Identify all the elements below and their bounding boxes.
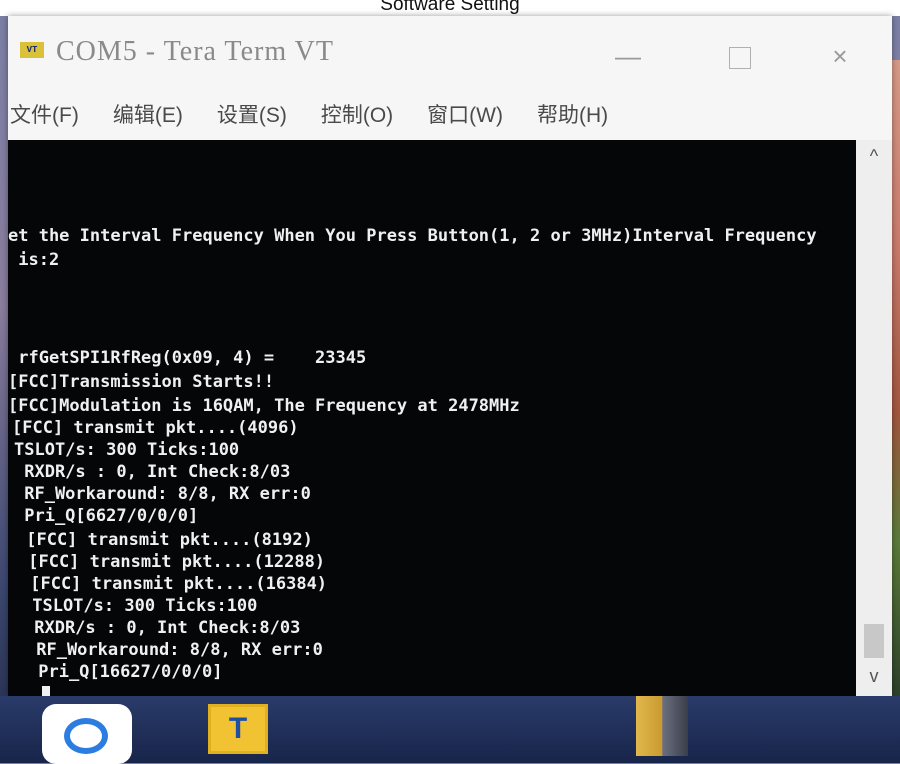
taskbar-app-icon-swirl[interactable] [42,704,132,764]
menu-file[interactable]: 文件(F) [10,99,79,129]
scroll-up-button[interactable]: ^ [856,142,892,170]
terminal-cursor [42,686,50,696]
terminal-line: [FCC]Transmission Starts!! [8,372,275,392]
terminal-line: rfGetSPI1RfReg(0x09, 4) = 23345 [8,348,367,368]
terminal-line: RF_Workaround: 8/8, RX err:0 [26,640,323,660]
scroll-down-button[interactable]: v [856,662,892,690]
taskbar-folder-icon[interactable] [636,696,688,756]
terminal-line: [FCC] transmit pkt....(12288) [18,552,326,572]
taskbar: T [0,696,900,764]
taskbar-app-icon-t[interactable]: T [208,704,268,754]
menu-edit[interactable]: 编辑(E) [113,99,183,129]
terminal-line: TSLOT/s: 300 Ticks:100 [22,596,258,616]
maximize-button[interactable] [720,38,760,74]
tera-term-app-icon: VT [20,42,44,58]
terminal-line: [FCC] transmit pkt....(8192) [16,530,313,550]
menu-help[interactable]: 帮助(H) [537,99,608,129]
terminal-line: is:2 [8,250,60,270]
minimize-button[interactable]: — [608,38,648,74]
scrollbar-thumb[interactable] [864,624,884,658]
menu-control[interactable]: 控制(O) [321,99,393,129]
terminal-line: [FCC] transmit pkt....(4096) [12,418,299,438]
terminal-line: [FCC]Modulation is 16QAM, The Frequency … [8,396,520,416]
terminal-line: Pri_Q[6627/0/0/0] [14,506,199,526]
terminal-line: RXDR/s : 0, Int Check:8/03 [24,618,301,638]
title-bar[interactable]: VT COM5 - Tera Term VT — × [8,16,892,88]
window-title: COM5 - Tera Term VT [56,36,334,67]
screenshot-caption: Software Setting [0,0,900,16]
terminal-line: TSLOT/s: 300 Ticks:100 [14,440,240,460]
menu-window[interactable]: 窗口(W) [427,99,503,129]
terminal-line: et the Interval Frequency When You Press… [8,226,817,246]
terminal-line: RXDR/s : 0, Int Check:8/03 [14,462,291,482]
tera-term-window: VT COM5 - Tera Term VT — × 文件(F) 编辑(E) 设… [8,16,892,696]
terminal-line: Pri_Q[16627/0/0/0] [28,662,223,682]
terminal-line: [FCC] transmit pkt....(16384) [20,574,328,594]
vertical-scrollbar[interactable]: ^ v [856,140,892,696]
close-button[interactable]: × [820,38,860,74]
swirl-icon [64,718,108,754]
menu-setup[interactable]: 设置(S) [217,99,287,129]
menu-bar: 文件(F) 编辑(E) 设置(S) 控制(O) 窗口(W) 帮助(H) [8,88,892,140]
maximize-icon [729,47,751,70]
terminal-line: RF_Workaround: 8/8, RX err:0 [14,484,311,504]
terminal-output[interactable]: et the Interval Frequency When You Press… [8,140,856,696]
